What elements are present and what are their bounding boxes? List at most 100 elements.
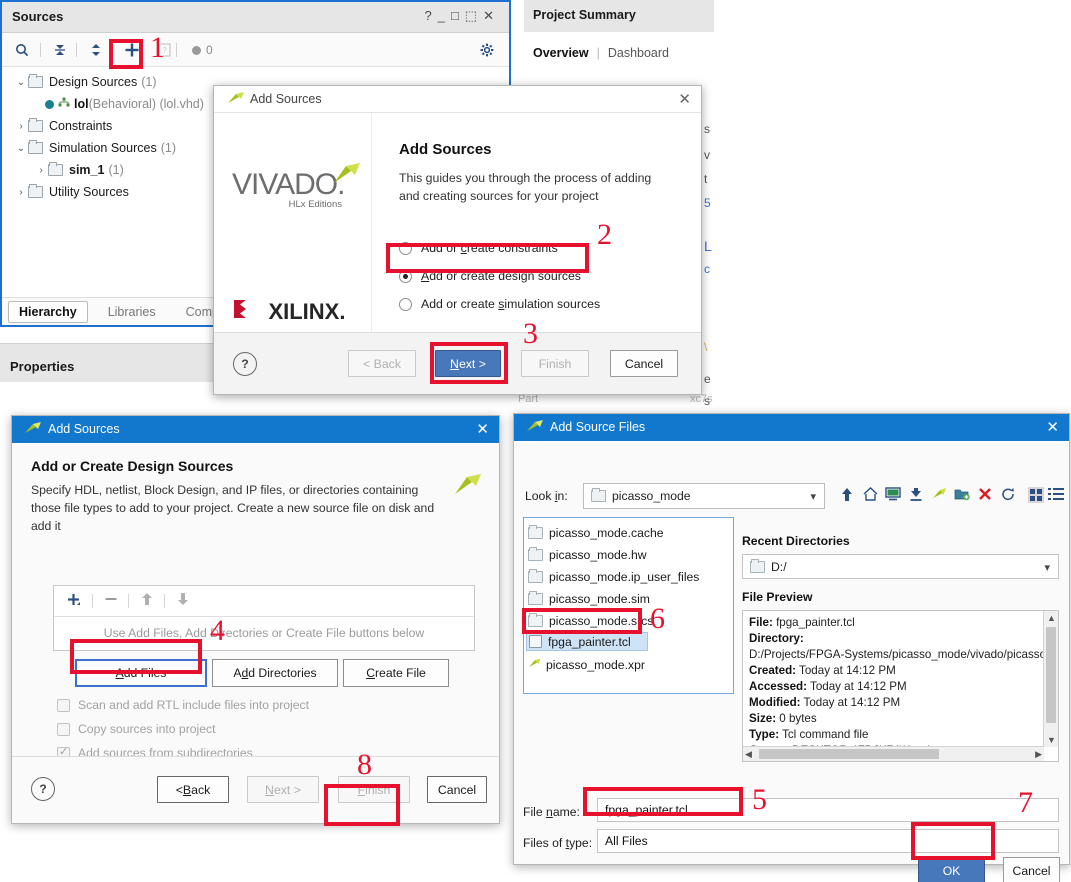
tab-hierarchy[interactable]: Hierarchy (8, 300, 88, 323)
minus-icon[interactable] (102, 592, 120, 609)
annotation-number-8: 8 (357, 748, 372, 781)
tab-overview[interactable]: Overview (533, 46, 589, 60)
close-icon[interactable]: ✕ (476, 420, 489, 438)
list-item[interactable]: picasso_mode.xpr (528, 655, 645, 674)
preview-horizontal-scrollbar[interactable]: ◀ ▶ (743, 746, 1044, 761)
new-folder-icon[interactable] (953, 487, 971, 504)
cancel-button[interactable]: Cancel (610, 350, 678, 377)
list-view-icon[interactable] (1048, 487, 1064, 504)
scrollbar-thumb[interactable] (759, 749, 939, 759)
file-preview-box[interactable]: File: fpga_painter.tcl Directory: D:/Pro… (742, 610, 1059, 762)
chevron-right-icon[interactable]: › (14, 121, 28, 132)
gear-icon[interactable] (477, 40, 497, 60)
chevron-down-icon[interactable]: ▼ (1047, 735, 1056, 745)
cancel-button[interactable]: Cancel (1003, 857, 1060, 882)
chevron-down-icon[interactable]: ▾ (810, 490, 816, 503)
scrollbar-thumb[interactable] (1046, 627, 1056, 723)
list-item[interactable]: picasso_mode.hw (528, 545, 647, 564)
list-item[interactable]: picasso_mode.sim (528, 589, 650, 608)
chevron-left-icon[interactable]: ◀ (745, 749, 752, 760)
folder-icon (591, 488, 606, 502)
help-icon[interactable]: ? (424, 8, 437, 23)
next-button[interactable]: Next > (435, 350, 501, 377)
radio-icon[interactable] (399, 269, 412, 283)
chevron-down-icon[interactable]: ▾ (1044, 561, 1050, 574)
properties-panel-title: Properties (10, 359, 75, 374)
desktop-icon[interactable] (884, 487, 902, 504)
file-list[interactable]: picasso_mode.cache picasso_mode.hw picas… (523, 517, 734, 694)
ok-button[interactable]: OK (918, 857, 985, 882)
create-file-button[interactable]: Create File (343, 659, 449, 687)
add-files-button[interactable]: Add Files (75, 659, 207, 687)
tree-item-simulation-sources[interactable]: ⌄ Simulation Sources (1) (14, 137, 176, 159)
expand-all-icon[interactable] (86, 40, 106, 60)
chevron-down-icon[interactable]: ⌄ (14, 77, 28, 88)
preview-vertical-scrollbar[interactable]: ▲ ▼ (1043, 611, 1058, 747)
list-item-selected[interactable]: fpga_painter.tcl (526, 632, 648, 651)
add-sources-icon[interactable] (122, 40, 142, 60)
arrow-up-icon[interactable] (138, 592, 156, 609)
grid-view-icon[interactable] (1028, 487, 1044, 506)
chevron-down-icon[interactable]: ⌄ (14, 143, 28, 154)
chevron-right-icon[interactable]: ▶ (1035, 749, 1042, 760)
maximize-icon[interactable]: □ (451, 8, 465, 23)
look-in-combo[interactable]: picasso_mode ▾ (583, 483, 825, 509)
radio-add-simulation-sources[interactable]: Add or create simulation sources (399, 297, 600, 311)
help-button[interactable]: ? (31, 777, 55, 801)
home-icon[interactable] (861, 487, 879, 504)
refresh-icon[interactable] (999, 487, 1017, 504)
radio-add-design-sources[interactable]: Add or create design sources (399, 269, 581, 283)
files-of-type-combo[interactable]: All Files (597, 829, 1059, 853)
download-icon[interactable] (907, 487, 925, 505)
tab-dashboard[interactable]: Dashboard (608, 46, 669, 60)
tree-item-sim-1[interactable]: › sim_1 (1) (34, 159, 124, 181)
source-file-list-box[interactable]: Use Add Files, Add Directories or Create… (53, 585, 475, 651)
chevron-right-icon[interactable]: › (34, 165, 48, 176)
vivado-project-icon[interactable] (930, 487, 948, 504)
add-directories-button[interactable]: Add Directories (212, 659, 338, 687)
dialog-description: This guides you through the process of a… (399, 171, 652, 203)
tree-item-utility-sources[interactable]: › Utility Sources (14, 181, 129, 203)
radio-label: Add or create simulation sources (421, 297, 601, 311)
back-button[interactable]: < Back (348, 350, 416, 377)
sources-window-controls[interactable]: ?_□⬚✕ (424, 8, 500, 24)
chevron-right-icon[interactable]: › (14, 187, 28, 198)
list-item[interactable]: picasso_mode.srcs (528, 611, 653, 630)
dialog-footer: ? < Back Next > Finish Cancel (12, 756, 499, 823)
close-icon[interactable]: ✕ (678, 90, 691, 108)
radio-add-constraints[interactable]: Add or create constraints (399, 241, 558, 255)
help-button[interactable]: ? (233, 352, 257, 376)
parent-directory-icon[interactable] (838, 487, 856, 505)
tree-item-lol[interactable]: lol (Behavioral) (lol.vhd) (45, 93, 204, 115)
minimize-icon[interactable]: _ (438, 8, 451, 23)
checkbox-scan-rtl-include[interactable]: Scan and add RTL include files into proj… (57, 698, 309, 712)
list-item[interactable]: picasso_mode.ip_user_files (528, 567, 699, 586)
search-icon[interactable] (12, 40, 32, 60)
file-name-input[interactable]: fpga_painter.tcl (597, 798, 1059, 822)
next-button[interactable]: Next > (247, 776, 319, 803)
radio-icon[interactable] (399, 241, 412, 255)
finish-button[interactable]: Finish (338, 776, 410, 803)
delete-icon[interactable] (976, 487, 994, 504)
float-icon[interactable]: ⬚ (465, 8, 483, 24)
recent-directories-combo[interactable]: D:/ ▾ (742, 554, 1059, 579)
plus-icon[interactable] (64, 592, 82, 610)
list-item[interactable]: picasso_mode.cache (528, 523, 664, 542)
arrow-down-icon[interactable] (174, 592, 192, 609)
back-button[interactable]: < Back (157, 776, 229, 803)
toolbar-divider (40, 43, 41, 57)
cancel-button[interactable]: Cancel (427, 776, 487, 803)
close-icon[interactable]: ✕ (1046, 418, 1059, 436)
checkbox-icon[interactable] (57, 698, 70, 712)
tree-item-constraints[interactable]: › Constraints (14, 115, 112, 137)
collapse-all-icon[interactable] (50, 40, 70, 60)
tree-item-design-sources[interactable]: ⌄ Design Sources (1) (14, 71, 157, 93)
checkbox-icon[interactable] (57, 722, 70, 736)
finish-button[interactable]: Finish (521, 350, 589, 377)
dialog-title: Add Sources (48, 422, 120, 436)
checkbox-copy-sources[interactable]: Copy sources into project (57, 722, 216, 736)
chevron-up-icon[interactable]: ▲ (1047, 613, 1056, 623)
tab-libraries[interactable]: Libraries (98, 302, 166, 322)
radio-icon[interactable] (399, 297, 412, 311)
close-icon[interactable]: ✕ (483, 8, 500, 24)
